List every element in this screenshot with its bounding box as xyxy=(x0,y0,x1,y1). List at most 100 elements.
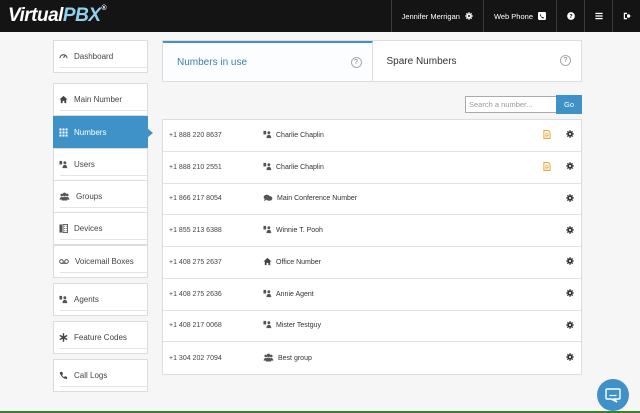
table-row[interactable]: +1 855 213 6388 Winnie T. Pooh xyxy=(163,215,581,247)
phone-square-icon xyxy=(538,12,546,20)
sidebar-item-label: Groups xyxy=(76,192,103,201)
help-button[interactable]: ? xyxy=(556,0,584,32)
voicemail-icon xyxy=(59,259,69,264)
phone-number[interactable]: +1 888 220 8637 xyxy=(169,132,222,139)
table-row[interactable]: +1 304 202 7094 Best group xyxy=(163,342,581,374)
sidebar-item-numbers[interactable]: Numbers xyxy=(53,116,153,149)
tab-label: Numbers in use xyxy=(177,56,248,68)
group-icon xyxy=(59,192,70,201)
gear-icon[interactable] xyxy=(566,162,574,172)
sidebar-item-feature-codes[interactable]: Feature Codes xyxy=(53,321,148,354)
user-icon xyxy=(263,162,272,173)
top-bar: VirtualPBX® Jennifer Merrigan Web Phone … xyxy=(0,0,640,32)
phone-number[interactable]: +1 408 217 0068 xyxy=(169,322,222,329)
assignment: Best group xyxy=(263,353,312,364)
phone-number[interactable]: +1 888 210 2551 xyxy=(169,164,222,171)
assignment: Main Conference Number xyxy=(263,194,357,204)
table-row[interactable]: +1 888 220 8637 Charlie Chaplin xyxy=(163,120,581,152)
virtualpbx-logo[interactable]: VirtualPBX® xyxy=(8,5,107,27)
phone-number[interactable]: +1 855 213 6388 xyxy=(169,227,222,234)
menu-button[interactable] xyxy=(584,0,612,32)
sidebar-item-agents[interactable]: Agents xyxy=(53,283,148,316)
devices-icon xyxy=(59,224,68,233)
sidebar-item-voicemail-boxes[interactable]: Voicemail Boxes xyxy=(53,245,148,278)
table-row[interactable]: +1 408 275 2636 Annie Agent xyxy=(163,279,581,311)
chat-bubble-icon xyxy=(605,387,621,403)
hamburger-icon xyxy=(594,12,603,20)
assignment-name: Charlie Chaplin xyxy=(276,163,324,171)
table-row[interactable]: +1 866 217 8054 Main Conference Number xyxy=(163,184,581,216)
logout-button[interactable] xyxy=(612,0,640,32)
active-indicator-arrow xyxy=(147,128,153,138)
numbers-table: +1 888 220 8637 Charlie Chaplin +1 888 210… xyxy=(162,119,582,375)
web-phone-label: Web Phone xyxy=(493,11,533,21)
phone-number[interactable]: +1 304 202 7094 xyxy=(169,355,222,362)
logo-accent: PBX xyxy=(62,5,101,26)
sidebar-item-label: Call Logs xyxy=(74,371,108,380)
sidebar-item-label: Feature Codes xyxy=(74,333,127,342)
user-icon xyxy=(263,289,272,300)
sidebar-item-users[interactable]: Users xyxy=(53,148,148,181)
phone-icon xyxy=(59,371,68,379)
table-row[interactable]: +1 408 275 2637 Office Number xyxy=(163,247,581,279)
top-nav: Jennifer Merrigan Web Phone ? xyxy=(390,0,640,32)
users-icon xyxy=(59,160,68,169)
assignment: Annie Agent xyxy=(263,289,314,300)
sidebar-item-label: Main Number xyxy=(74,95,123,104)
table-row[interactable]: +1 888 210 2551 Charlie Chaplin xyxy=(163,152,581,184)
phone-number[interactable]: +1 408 275 2637 xyxy=(169,259,222,266)
chat-widget-button[interactable] xyxy=(597,379,629,411)
sidebar-item-devices[interactable]: Devices xyxy=(53,212,148,245)
home-icon xyxy=(59,95,68,104)
tab-numbers-in-use[interactable]: Numbers in use ? xyxy=(163,41,373,81)
gauge-icon xyxy=(59,54,68,59)
gear-icon xyxy=(465,12,473,20)
sidebar-item-groups[interactable]: Groups xyxy=(53,180,148,213)
home-icon xyxy=(263,257,272,268)
sidebar-item-label: Numbers xyxy=(74,128,107,137)
assignment-name: Office Number xyxy=(276,258,321,266)
assignment: Office Number xyxy=(263,257,321,268)
conference-icon xyxy=(263,194,273,204)
assignment: Charlie Chaplin xyxy=(263,162,324,173)
logo-registered-mark: ® xyxy=(101,5,107,12)
phone-number[interactable]: +1 408 275 2636 xyxy=(169,291,222,298)
gear-icon[interactable] xyxy=(566,194,574,204)
sidebar-item-label: Users xyxy=(74,160,95,169)
document-icon[interactable] xyxy=(543,161,551,173)
gear-icon[interactable] xyxy=(566,225,574,236)
help-question-icon[interactable]: ? xyxy=(560,55,571,66)
question-icon: ? xyxy=(566,12,575,20)
gear-icon[interactable] xyxy=(566,321,574,331)
gear-icon[interactable] xyxy=(566,353,574,363)
user-menu-button[interactable]: Jennifer Merrigan xyxy=(390,0,483,32)
assignment-name: Best group xyxy=(278,354,312,362)
svg-text:?: ? xyxy=(569,14,572,20)
document-icon[interactable] xyxy=(543,129,551,141)
grid-icon xyxy=(59,128,68,137)
phone-number[interactable]: +1 866 217 8054 xyxy=(169,195,222,202)
group-icon xyxy=(263,353,274,364)
user-icon xyxy=(263,320,272,331)
help-question-icon[interactable]: ? xyxy=(350,57,362,68)
search-number-input[interactable] xyxy=(465,96,557,113)
sidebar-item-main-number[interactable]: Main Number xyxy=(53,83,148,116)
logo-text: Virtual xyxy=(8,5,63,26)
table-row[interactable]: +1 408 217 0068 Mister Testguy xyxy=(163,311,581,343)
asterisk-icon xyxy=(59,333,68,342)
gear-icon[interactable] xyxy=(566,130,574,140)
user-name: Jennifer Merrigan xyxy=(401,11,460,21)
assignment-name: Mister Testguy xyxy=(276,322,321,330)
logout-icon xyxy=(623,12,631,20)
assignment-name: Winnie T. Pooh xyxy=(276,227,323,235)
sidebar-item-dashboard[interactable]: Dashboard xyxy=(53,40,148,73)
gear-icon[interactable] xyxy=(566,289,574,299)
sidebar-item-call-logs[interactable]: Call Logs xyxy=(53,359,148,392)
assignment-name: Main Conference Number xyxy=(277,195,358,203)
sidebar-item-label: Devices xyxy=(74,224,103,233)
assignment: Mister Testguy xyxy=(263,320,321,331)
go-button[interactable]: Go xyxy=(556,95,582,114)
tab-spare-numbers[interactable]: Spare Numbers ? xyxy=(373,41,582,81)
gear-icon[interactable] xyxy=(566,257,574,267)
web-phone-button[interactable]: Web Phone xyxy=(482,0,556,32)
